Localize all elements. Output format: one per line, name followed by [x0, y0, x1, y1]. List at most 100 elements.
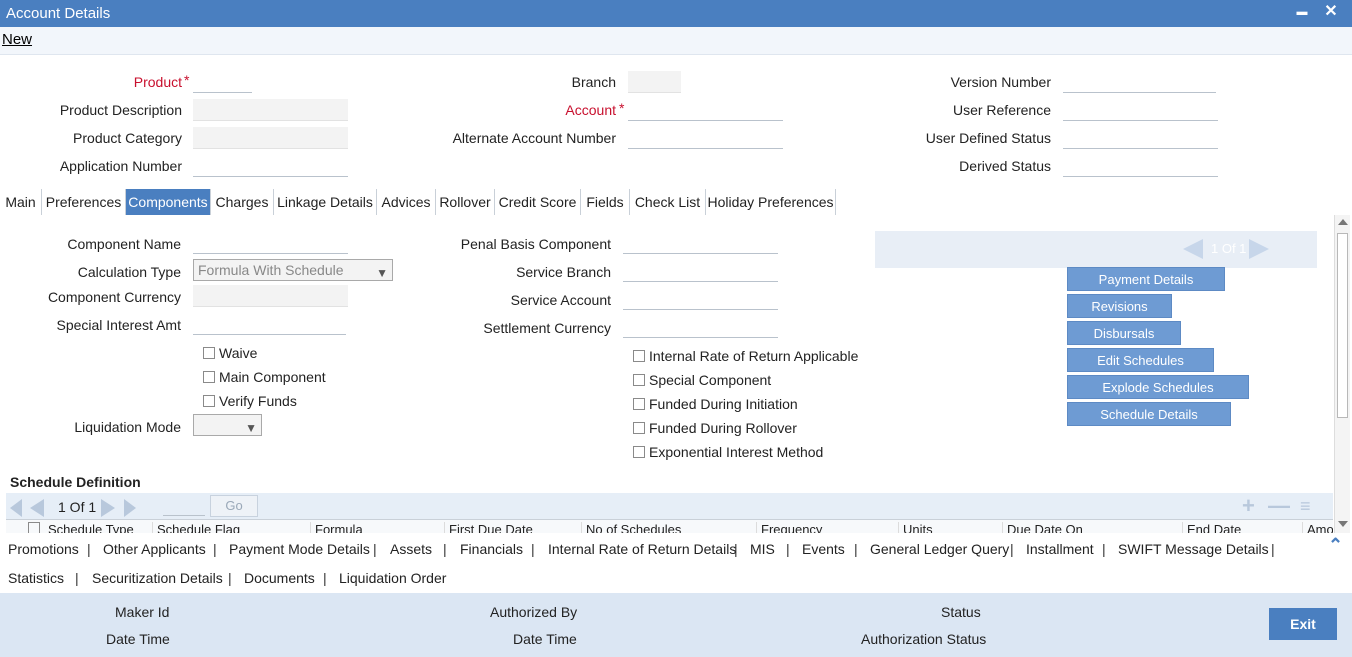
- scroll-up-icon[interactable]: [1338, 219, 1348, 225]
- tab-components[interactable]: Components: [126, 189, 211, 215]
- tab-fields[interactable]: Fields: [581, 189, 630, 215]
- grid-select-all-checkbox[interactable]: [24, 522, 40, 533]
- tab-linkage-details[interactable]: Linkage Details: [274, 189, 377, 215]
- special-interest-amt-input[interactable]: [193, 313, 346, 335]
- page-number-input[interactable]: [163, 496, 205, 516]
- disbursals-button[interactable]: Disbursals: [1067, 321, 1181, 345]
- first-page-icon[interactable]: [10, 499, 22, 517]
- service-account-input[interactable]: [623, 288, 778, 310]
- menubar: New: [0, 27, 1352, 55]
- single-view-icon[interactable]: ≡: [1300, 497, 1311, 515]
- tab-advices[interactable]: Advices: [377, 189, 436, 215]
- chevron-down-icon: ▼: [376, 266, 388, 280]
- previous-icon[interactable]: [1183, 239, 1203, 259]
- link-irr-details[interactable]: Internal Rate of Return Details: [548, 541, 736, 557]
- user-reference-input[interactable]: [1063, 99, 1218, 121]
- liquidation-mode-select[interactable]: ▼: [193, 414, 262, 436]
- product-label: Product: [133, 74, 182, 90]
- waive-checkbox[interactable]: Waive: [203, 345, 257, 361]
- tab-rollover[interactable]: Rollover: [436, 189, 495, 215]
- link-payment-mode-details[interactable]: Payment Mode Details: [229, 541, 370, 557]
- close-icon[interactable]: ✕: [1321, 2, 1341, 22]
- liquidation-mode-label: Liquidation Mode: [74, 419, 181, 435]
- add-row-icon[interactable]: +: [1242, 495, 1255, 517]
- new-link[interactable]: New: [2, 31, 32, 48]
- calculation-type-value: Formula With Schedule: [198, 262, 344, 278]
- version-number-field: [1063, 71, 1216, 93]
- tab-holiday-preferences[interactable]: Holiday Preferences: [706, 189, 836, 215]
- next-icon[interactable]: [1249, 239, 1269, 259]
- link-securitization-details[interactable]: Securitization Details: [92, 570, 223, 586]
- delete-row-icon[interactable]: —: [1268, 495, 1290, 517]
- funded-during-rollover-checkbox[interactable]: Funded During Rollover: [633, 420, 797, 436]
- tab-charges[interactable]: Charges: [211, 189, 274, 215]
- schedule-details-button[interactable]: Schedule Details: [1067, 402, 1231, 426]
- previous-page-icon[interactable]: [30, 499, 44, 517]
- checkbox-icon: [633, 446, 645, 458]
- link-installment[interactable]: Installment: [1026, 541, 1094, 557]
- tab-check-list[interactable]: Check List: [630, 189, 706, 215]
- component-currency-field: [193, 285, 348, 307]
- irr-applicable-checkbox[interactable]: Internal Rate of Return Applicable: [633, 348, 858, 364]
- link-mis[interactable]: MIS: [750, 541, 775, 557]
- account-label: Account: [565, 102, 616, 118]
- branch-field: [628, 71, 681, 93]
- derived-status-label: Derived Status: [959, 158, 1051, 174]
- next-page-icon[interactable]: [101, 499, 115, 517]
- alternate-account-number-input[interactable]: [628, 127, 783, 149]
- chevron-down-icon: ▼: [245, 421, 257, 435]
- panel-scrollbar[interactable]: [1334, 215, 1350, 533]
- link-assets[interactable]: Assets: [390, 541, 432, 557]
- account-input[interactable]: [628, 99, 783, 121]
- component-name-input[interactable]: [193, 232, 348, 254]
- tab-preferences[interactable]: Preferences: [42, 189, 126, 215]
- settlement-currency-input[interactable]: [623, 316, 778, 338]
- service-account-label: Service Account: [510, 292, 611, 308]
- link-liquidation-order[interactable]: Liquidation Order: [339, 570, 446, 586]
- product-input[interactable]: [193, 71, 252, 93]
- calculation-type-select[interactable]: Formula With Schedule ▼: [193, 259, 393, 281]
- checkbox-icon: [633, 350, 645, 362]
- link-financials[interactable]: Financials: [460, 541, 523, 557]
- link-statistics[interactable]: Statistics: [8, 570, 64, 586]
- tab-credit-score[interactable]: Credit Score: [495, 189, 581, 215]
- funded-during-initiation-checkbox[interactable]: Funded During Initiation: [633, 396, 798, 412]
- bottom-links: Promotions | Other Applicants | Payment …: [0, 535, 1352, 593]
- checkbox-icon: [633, 398, 645, 410]
- col-due-date-on: Due Date On: [1002, 522, 1083, 533]
- special-component-checkbox[interactable]: Special Component: [633, 372, 771, 388]
- component-name-label: Component Name: [67, 236, 181, 252]
- scroll-down-icon[interactable]: [1338, 521, 1348, 527]
- link-other-applicants[interactable]: Other Applicants: [103, 541, 206, 557]
- penal-basis-component-input[interactable]: [623, 232, 778, 254]
- revisions-button[interactable]: Revisions: [1067, 294, 1172, 318]
- link-promotions[interactable]: Promotions: [8, 541, 79, 557]
- main-component-checkbox[interactable]: Main Component: [203, 369, 326, 385]
- calculation-type-label: Calculation Type: [77, 264, 181, 280]
- user-defined-status-input[interactable]: [1063, 127, 1218, 149]
- schedule-grid-header: Schedule Type Schedule Flag Formula Firs…: [6, 519, 1333, 533]
- go-button[interactable]: Go: [210, 495, 258, 517]
- chevron-up-icon[interactable]: ⌃: [1328, 535, 1343, 556]
- exponential-interest-method-checkbox[interactable]: Exponential Interest Method: [633, 444, 823, 460]
- link-events[interactable]: Events: [802, 541, 845, 557]
- last-page-icon[interactable]: [124, 499, 136, 517]
- window-title: Account Details: [6, 5, 111, 22]
- verify-funds-checkbox[interactable]: Verify Funds: [203, 393, 297, 409]
- service-branch-input[interactable]: [623, 260, 778, 282]
- tab-main[interactable]: Main: [0, 189, 42, 215]
- link-documents[interactable]: Documents: [244, 570, 315, 586]
- edit-schedules-button[interactable]: Edit Schedules: [1067, 348, 1214, 372]
- checkbox-icon: [203, 347, 215, 359]
- explode-schedules-button[interactable]: Explode Schedules: [1067, 375, 1249, 399]
- product-required-mark: *: [184, 72, 190, 88]
- link-general-ledger-query[interactable]: General Ledger Query: [870, 541, 1009, 557]
- col-end-date: End Date: [1182, 522, 1241, 533]
- application-number-input[interactable]: [193, 155, 348, 177]
- minimize-icon[interactable]: ▬: [1292, 2, 1312, 22]
- schedule-definition-title: Schedule Definition: [10, 474, 141, 490]
- payment-details-button[interactable]: Payment Details: [1067, 267, 1225, 291]
- exit-button[interactable]: Exit: [1269, 608, 1337, 640]
- scrollbar-thumb[interactable]: [1337, 233, 1348, 418]
- link-swift-message-details[interactable]: SWIFT Message Details: [1118, 541, 1269, 557]
